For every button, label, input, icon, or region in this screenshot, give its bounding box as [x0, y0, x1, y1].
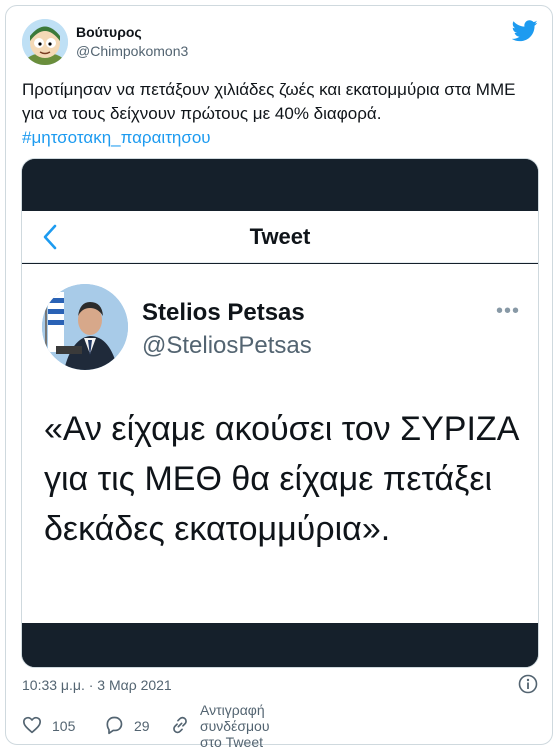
author-name[interactable]: Βούτυρος — [76, 24, 142, 40]
copy-link-label: Αντιγραφή συνδέσμου στο Tweet — [200, 702, 270, 750]
like-count: 105 — [52, 718, 76, 734]
tweet-text: Προτίμησαν να πετάξουν χιλιάδες ζωές και… — [22, 78, 542, 150]
embedded-quote: «Αν είχαμε ακούσει τον ΣΥΡΙΖΑ για τις ΜΕ… — [44, 410, 518, 548]
copy-link-button[interactable]: Αντιγραφή συνδέσμου στο Tweet — [170, 702, 269, 750]
bottom-bar — [22, 623, 538, 667]
chevron-left-icon — [42, 224, 58, 250]
info-icon[interactable] — [518, 674, 538, 694]
embedded-nav-title: Tweet — [249, 224, 311, 249]
link-icon — [170, 715, 200, 738]
author-avatar[interactable] — [22, 19, 68, 65]
tweet-card: Βούτυρος @Chimpokomon3 Προτίμησαν να πετ… — [5, 5, 553, 750]
twitter-bird-icon[interactable] — [511, 20, 538, 42]
author-handle[interactable]: @Chimpokomon3 — [76, 43, 188, 59]
like-button[interactable]: 105 — [22, 715, 75, 737]
heart-icon — [22, 716, 52, 737]
embedded-handle: @SteliosPetsas — [142, 332, 312, 359]
embedded-avatar — [42, 284, 128, 370]
embedded-screenshot[interactable]: Tweet Stelios Petsas @SteliosPetsas ••• … — [21, 158, 539, 668]
tweet-body: Προτίμησαν να πετάξουν χιλιάδες ζωές και… — [22, 80, 516, 123]
embedded-nav-bar: Tweet — [22, 211, 538, 263]
embedded-name: Stelios Petsas — [142, 299, 305, 326]
timestamp-link[interactable]: 10:33 μ.μ. · 3 Μαρ 2021 — [22, 677, 172, 693]
status-bar — [22, 159, 538, 211]
reply-count: 29 — [134, 718, 150, 734]
reply-button[interactable]: 29 — [104, 715, 150, 737]
hashtag-link[interactable]: #μητσοτακη_παραιτησου — [22, 128, 211, 147]
more-dots-icon: ••• — [495, 300, 520, 322]
reply-icon — [104, 715, 134, 738]
embedded-tweet: Stelios Petsas @SteliosPetsas ••• «Αν εί… — [22, 264, 538, 623]
